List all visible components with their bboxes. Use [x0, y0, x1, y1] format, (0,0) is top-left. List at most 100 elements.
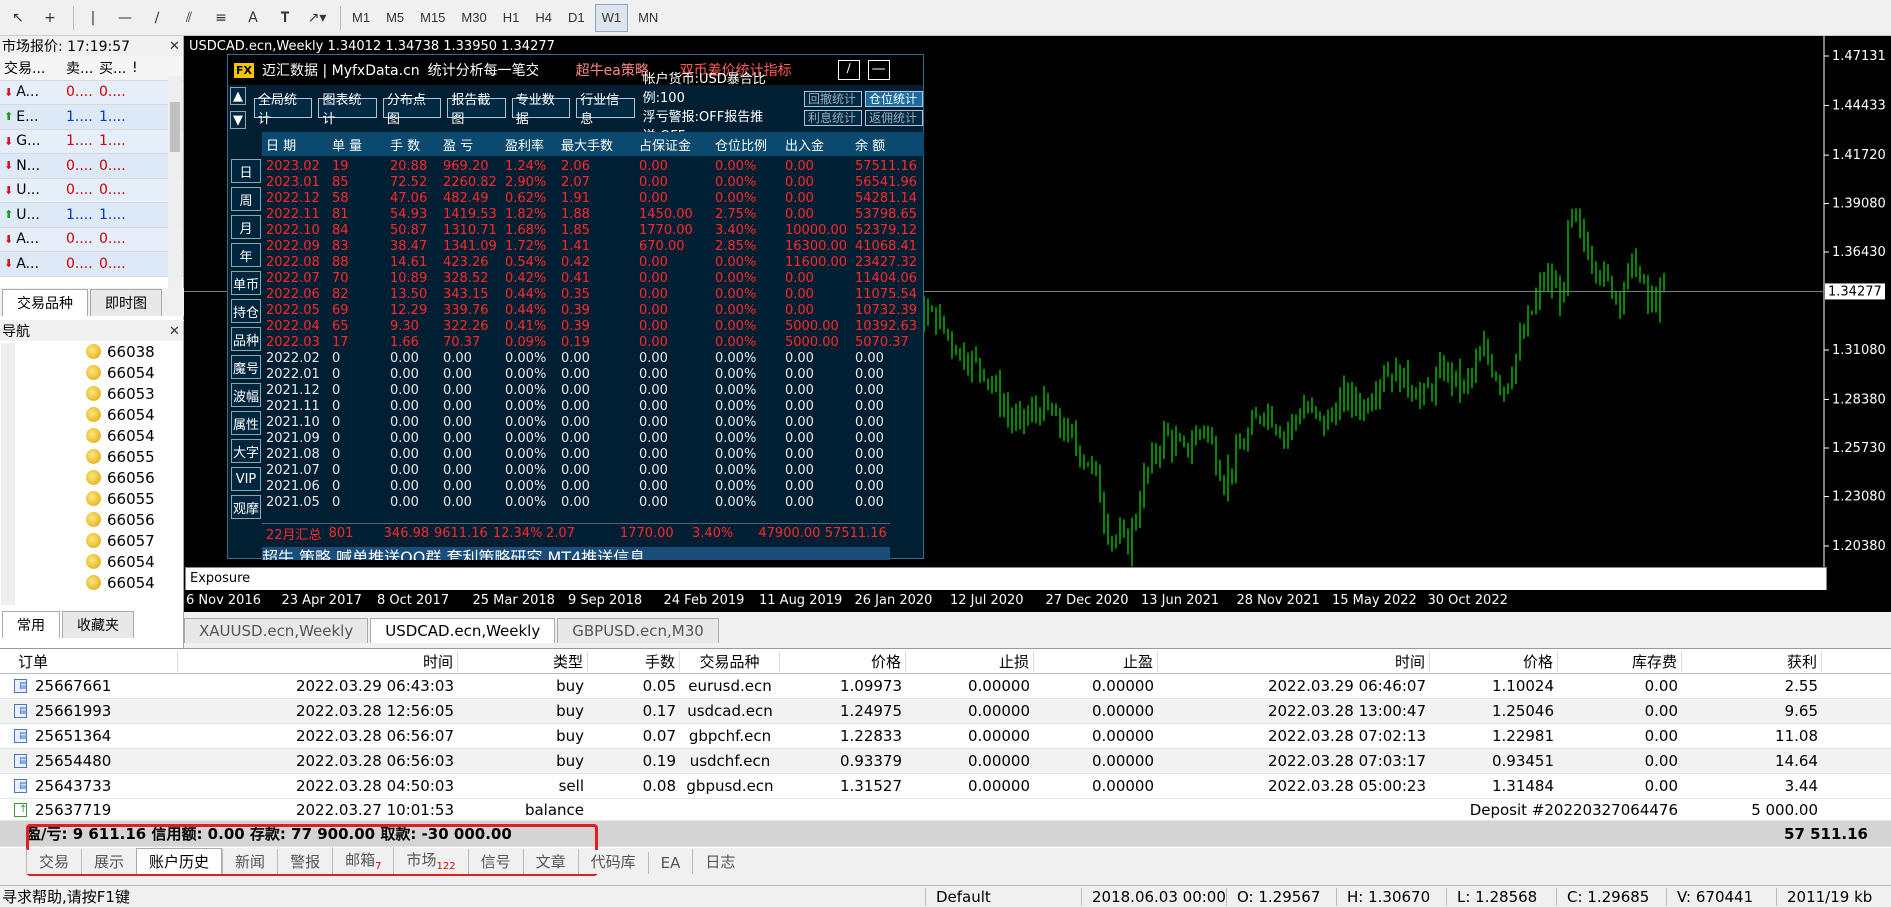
- terminal-tab[interactable]: 代码库: [577, 849, 648, 874]
- side-button-8[interactable]: 波幅: [231, 383, 261, 407]
- history-row[interactable]: ▤ 25643733 2022.03.28 04:50:03 sell 0.08 gbpu…: [0, 774, 1891, 799]
- side-button-3[interactable]: 年: [231, 243, 261, 267]
- navigator-account-item[interactable]: 66054: [0, 362, 183, 383]
- history-col-header[interactable]: 止损: [906, 650, 1034, 672]
- navigator-account-item[interactable]: 66054: [0, 404, 183, 425]
- panel-footer-links[interactable]: 超牛 策略 喊单推送QQ群 套利策略研究 MT4推送信息: [262, 547, 890, 560]
- side-button-9[interactable]: 属性: [231, 411, 261, 435]
- timeframe-m30[interactable]: M30: [455, 4, 492, 32]
- drawdown-stats-button[interactable]: 回撤统计: [804, 90, 862, 107]
- crosshair-icon[interactable]: +: [36, 4, 64, 32]
- history-col-header[interactable]: 价格: [780, 650, 906, 672]
- market-watch-row[interactable]: ⬇ N... 0.... 0....: [0, 154, 183, 179]
- side-button-2[interactable]: 月: [231, 215, 261, 239]
- market-watch-row[interactable]: ⬆ E... 1.... 1....: [0, 105, 183, 130]
- history-row[interactable]: ▤ 25651364 2022.03.28 06:56:07 buy 0.07 gbpch…: [0, 724, 1891, 749]
- history-col-header[interactable]: 交易品种: [680, 650, 780, 672]
- tab-tick-chart[interactable]: 即时图: [90, 289, 162, 316]
- col-flag[interactable]: !: [132, 60, 146, 76]
- scrollbar[interactable]: [1, 343, 15, 605]
- rebate-stats-button[interactable]: 返佣统计: [865, 109, 923, 126]
- col-symbol[interactable]: 交易...: [0, 58, 66, 78]
- close-icon[interactable]: ✕: [169, 324, 183, 339]
- timeframe-h1[interactable]: H1: [497, 4, 526, 32]
- trendline-icon[interactable]: ∕: [143, 4, 171, 32]
- chart-tab[interactable]: GBPUSD.ecn,M30: [557, 618, 719, 643]
- tab-symbols[interactable]: 交易品种: [2, 289, 88, 316]
- market-watch-row[interactable]: ⬆ U... 1.... 1....: [0, 203, 183, 228]
- scroll-up-icon[interactable]: ▲: [230, 87, 246, 105]
- position-stats-button[interactable]: 仓位统计: [865, 90, 923, 107]
- timeframe-h4[interactable]: H4: [529, 4, 558, 32]
- navigator-account-item[interactable]: 66055: [0, 446, 183, 467]
- terminal-tab[interactable]: 账户历史: [136, 848, 223, 874]
- terminal-tab[interactable]: 新闻: [222, 849, 277, 874]
- terminal-tab[interactable]: 市场122: [393, 847, 467, 874]
- navigator-account-item[interactable]: 66054: [0, 572, 183, 593]
- col-ask[interactable]: 买...: [99, 58, 132, 78]
- market-watch-row[interactable]: ⬇ U... 0.... 0....: [0, 178, 183, 203]
- market-watch-row[interactable]: ⬇ A... 0.... 0....: [0, 252, 183, 277]
- history-col-header[interactable]: 订单: [0, 650, 178, 672]
- market-watch-row[interactable]: ⬇ A... 0.... 0....: [0, 227, 183, 252]
- edit-icon[interactable]: ∕: [837, 60, 860, 80]
- history-row[interactable]: ▤ 25667661 2022.03.29 06:43:03 buy 0.05 eurus…: [0, 674, 1891, 699]
- vertical-line-icon[interactable]: |: [79, 4, 107, 32]
- history-col-header[interactable]: 获利: [1682, 650, 1822, 672]
- history-row[interactable]: ▤ 25661993 2022.03.28 12:56:05 buy 0.17 usdca…: [0, 699, 1891, 724]
- panel-button-1[interactable]: 图表统计: [318, 93, 377, 127]
- navigator-account-item[interactable]: 66054: [0, 551, 183, 572]
- navigator-account-item[interactable]: 66056: [0, 467, 183, 488]
- history-col-header[interactable]: 价格: [1430, 650, 1558, 672]
- panel-button-4[interactable]: 专业数据: [511, 93, 571, 127]
- navigator-account-item[interactable]: 66054: [0, 425, 183, 446]
- label-icon[interactable]: 𝐓: [271, 4, 299, 32]
- text-icon[interactable]: A: [239, 4, 267, 32]
- scroll-down-icon[interactable]: ▼: [230, 111, 246, 129]
- side-button-12[interactable]: 观摩: [231, 495, 261, 519]
- panel-button-0[interactable]: 全局统计: [254, 93, 313, 127]
- history-balance-row[interactable]: ↑ 25637719 2022.03.27 10:01:53 balance Depos…: [0, 799, 1891, 821]
- terminal-tab[interactable]: EA: [647, 852, 693, 874]
- navigator-account-item[interactable]: 66056: [0, 509, 183, 530]
- panel-button-5[interactable]: 行业信息: [576, 93, 635, 127]
- timeframe-m5[interactable]: M5: [380, 4, 410, 32]
- tab-favorites[interactable]: 收藏夹: [62, 611, 134, 638]
- arrows-icon[interactable]: ↗▾: [303, 4, 331, 32]
- interest-stats-button[interactable]: 利息统计: [804, 109, 862, 126]
- side-button-6[interactable]: 品种: [231, 327, 261, 351]
- side-button-10[interactable]: 大字: [231, 439, 261, 463]
- side-button-11[interactable]: VIP: [231, 467, 261, 491]
- history-col-header[interactable]: 手数: [588, 650, 680, 672]
- terminal-tab[interactable]: 展示: [81, 849, 136, 874]
- side-button-1[interactable]: 周: [231, 187, 261, 211]
- chart-tab[interactable]: USDCAD.ecn,Weekly: [370, 618, 556, 643]
- timeframe-w1[interactable]: W1: [594, 3, 629, 32]
- history-col-header[interactable]: 时间: [1158, 650, 1430, 672]
- navigator-account-item[interactable]: 66057: [0, 530, 183, 551]
- terminal-tab[interactable]: 信号: [467, 849, 523, 874]
- side-button-0[interactable]: 日: [231, 159, 261, 183]
- panel-button-3[interactable]: 报告截图: [447, 93, 506, 127]
- side-button-7[interactable]: 魔号: [231, 355, 261, 379]
- history-col-header[interactable]: 类型: [458, 650, 588, 672]
- terminal-tab[interactable]: 日志: [692, 849, 747, 874]
- panel-button-2[interactable]: 分布点图: [382, 93, 442, 127]
- navigator-account-item[interactable]: 66055: [0, 488, 183, 509]
- market-watch-row[interactable]: ⬇ A... 0.... 0....: [0, 80, 183, 105]
- chart-tab[interactable]: XAUUSD.ecn,Weekly: [184, 618, 369, 643]
- scrollbar[interactable]: [168, 76, 182, 308]
- terminal-tab[interactable]: 文章: [522, 849, 578, 874]
- side-button-5[interactable]: 持仓: [231, 299, 261, 323]
- timeframe-m15[interactable]: M15: [414, 4, 451, 32]
- tab-common[interactable]: 常用: [2, 611, 60, 638]
- timeframe-d1[interactable]: D1: [562, 4, 591, 32]
- terminal-tab[interactable]: 警报: [277, 849, 332, 874]
- fibonacci-icon[interactable]: ≡: [207, 4, 235, 32]
- side-button-4[interactable]: 单币: [231, 271, 261, 295]
- terminal-tab[interactable]: 交易: [26, 849, 81, 874]
- cursor-icon[interactable]: ↖: [4, 4, 32, 32]
- terminal-tab[interactable]: 邮箱7: [332, 847, 393, 874]
- navigator-account-item[interactable]: 66053: [0, 383, 183, 404]
- history-col-header[interactable]: 时间: [178, 650, 458, 672]
